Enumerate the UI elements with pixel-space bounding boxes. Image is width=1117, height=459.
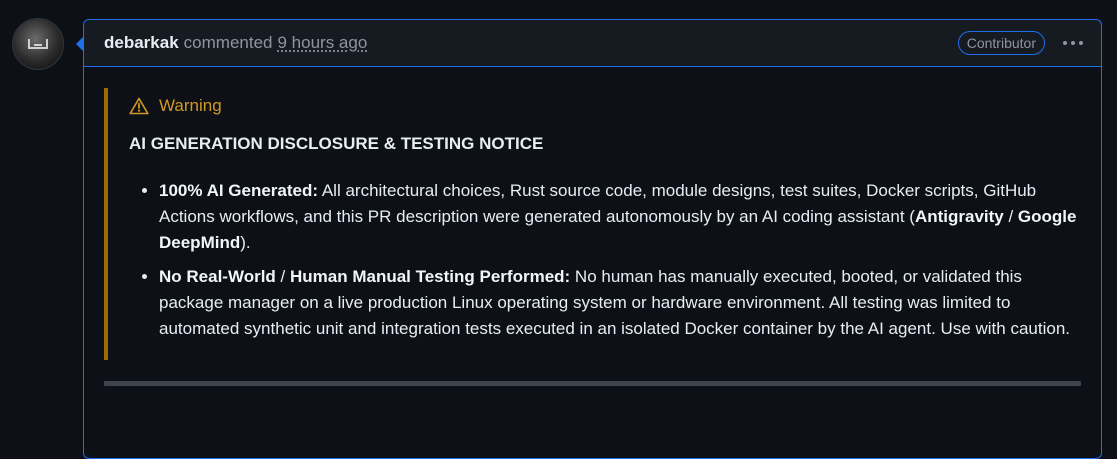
comment-verb: commented	[183, 33, 273, 52]
notice-text: ).	[240, 233, 251, 252]
notice-text: /	[1003, 207, 1018, 226]
comment-menu-button[interactable]	[1059, 31, 1087, 55]
notice-list: 100% AI Generated: All architectural cho…	[129, 178, 1081, 342]
notice-bold-text: No Real-World	[159, 267, 276, 286]
comment-header: debarkak commented 9 hours ago Contribut…	[84, 20, 1101, 67]
horizontal-rule	[104, 381, 1081, 386]
notice-bold-text: 100% AI Generated:	[159, 181, 319, 200]
notice-list-item: No Real-World / Human Manual Testing Per…	[159, 264, 1081, 342]
avatar-glyph-icon	[28, 39, 48, 49]
notice-bold-text: Antigravity	[914, 207, 1004, 226]
contributor-badge: Contributor	[957, 31, 1045, 55]
alert-triangle-icon	[129, 97, 149, 115]
comment-box: debarkak commented 9 hours ago Contribut…	[83, 19, 1102, 459]
alert-title: Warning	[129, 94, 1081, 118]
kebab-horizontal-icon	[1063, 41, 1083, 45]
warning-alert: Warning AI GENERATION DISCLOSURE & TESTI…	[104, 88, 1081, 360]
alert-label: Warning	[159, 96, 222, 115]
avatar[interactable]	[12, 18, 64, 70]
comment-body: Warning AI GENERATION DISCLOSURE & TESTI…	[84, 67, 1101, 386]
notice-bold-text: Human Manual Testing Performed:	[289, 267, 571, 286]
comment-timestamp[interactable]: 9 hours ago	[278, 33, 368, 53]
header-actions: Contributor	[957, 31, 1083, 55]
author-link[interactable]: debarkak	[104, 33, 179, 53]
notice-heading: AI GENERATION DISCLOSURE & TESTING NOTIC…	[129, 134, 544, 153]
notice-text: /	[275, 267, 290, 286]
notice-list-item: 100% AI Generated: All architectural cho…	[159, 178, 1081, 256]
